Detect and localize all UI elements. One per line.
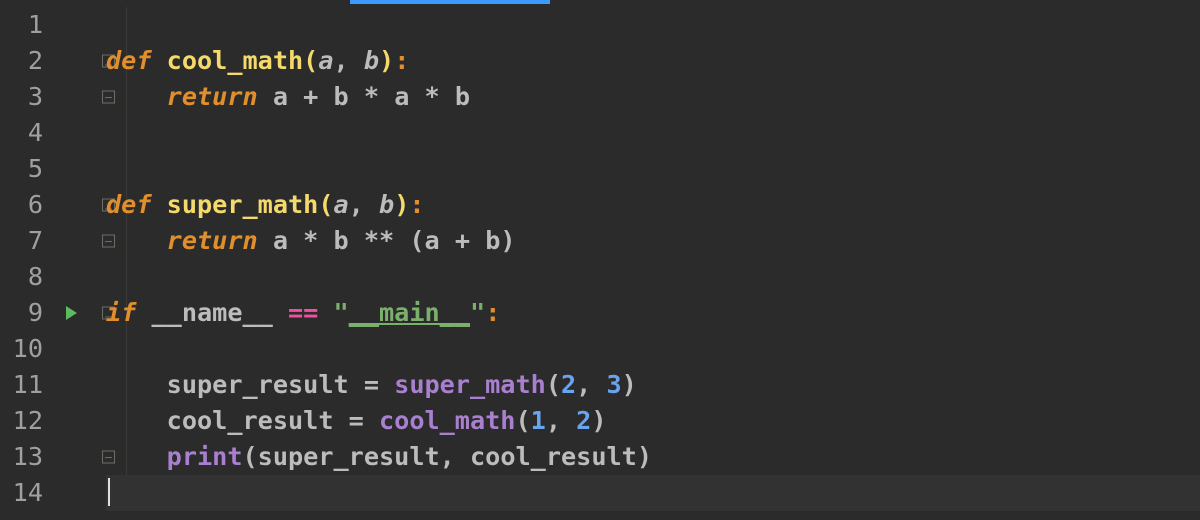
code-line-current[interactable] — [106, 475, 1200, 511]
function-call: cool_math — [379, 406, 515, 435]
line-number[interactable]: 9 — [0, 295, 45, 331]
line-number[interactable]: 4 — [0, 115, 45, 151]
code-line[interactable]: return a + b * a * b — [106, 79, 1200, 115]
code-line[interactable]: super_result = super_math(2, 3) — [106, 367, 1200, 403]
keyword-def: def — [106, 46, 152, 75]
active-tab-indicator — [350, 0, 550, 4]
code-line[interactable] — [106, 115, 1200, 151]
line-number[interactable]: 6 — [0, 187, 45, 223]
code-area[interactable]: def cool_math(a, b): return a + b * a * … — [106, 7, 1200, 511]
line-number[interactable]: 14 — [0, 475, 45, 511]
function-name: super_math — [167, 190, 319, 219]
code-line[interactable] — [106, 151, 1200, 187]
keyword-return: return — [167, 226, 258, 255]
code-line[interactable]: print(super_result, cool_result) — [106, 439, 1200, 475]
line-number[interactable]: 7 — [0, 223, 45, 259]
keyword-if: if — [106, 298, 136, 327]
line-number[interactable]: 10 — [0, 331, 45, 367]
line-number[interactable]: 1 — [0, 7, 45, 43]
code-editor[interactable]: 1 2 3 4 5 6 7 8 9 10 11 12 13 14 def coo… — [0, 0, 1200, 520]
line-number[interactable]: 3 — [0, 79, 45, 115]
code-line[interactable]: def super_math(a, b): — [106, 187, 1200, 223]
code-line[interactable] — [106, 331, 1200, 367]
line-number[interactable]: 13 — [0, 439, 45, 475]
keyword-return: return — [167, 82, 258, 111]
code-line[interactable]: def cool_math(a, b): — [106, 43, 1200, 79]
keyword-def: def — [106, 190, 152, 219]
line-number[interactable]: 11 — [0, 367, 45, 403]
function-call: super_math — [394, 370, 546, 399]
line-number[interactable]: 8 — [0, 259, 45, 295]
run-line-icon[interactable] — [66, 306, 77, 320]
code-line[interactable] — [106, 259, 1200, 295]
line-number[interactable]: 5 — [0, 151, 45, 187]
code-line[interactable]: if __name__ == "__main__": — [106, 295, 1200, 331]
text-caret — [108, 478, 110, 506]
function-call: print — [167, 442, 243, 471]
code-line[interactable]: return a * b ** (a + b) — [106, 223, 1200, 259]
dunder-name: __name__ — [152, 298, 273, 327]
code-line[interactable]: cool_result = cool_math(1, 2) — [106, 403, 1200, 439]
line-number[interactable]: 2 — [0, 43, 45, 79]
line-number[interactable]: 12 — [0, 403, 45, 439]
code-line[interactable] — [106, 7, 1200, 43]
function-name: cool_math — [167, 46, 303, 75]
line-number-gutter[interactable]: 1 2 3 4 5 6 7 8 9 10 11 12 13 14 — [0, 7, 45, 511]
